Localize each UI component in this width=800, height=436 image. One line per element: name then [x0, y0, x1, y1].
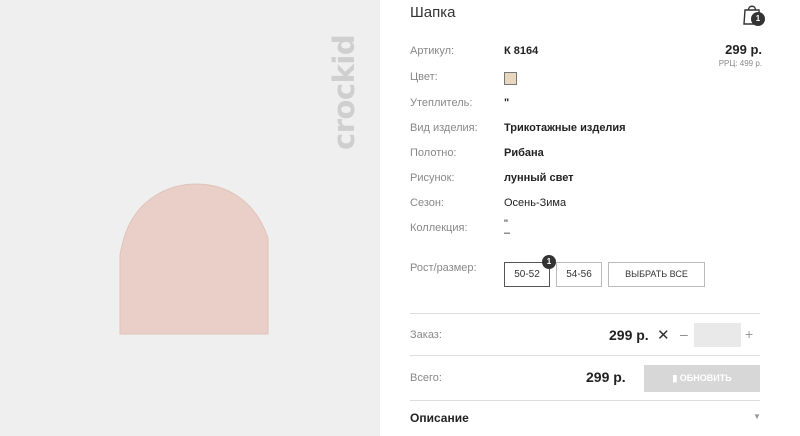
chevron-down-icon[interactable]: ▼	[753, 412, 761, 421]
attr-value-collection: " –	[504, 218, 511, 239]
cart-count-badge: 1	[751, 12, 765, 26]
product-image	[119, 183, 269, 335]
color-swatch[interactable]	[504, 72, 517, 85]
order-label: Заказ:	[410, 329, 442, 341]
attr-label-article: Артикул:	[410, 45, 455, 57]
qty-increase-button[interactable]: +	[745, 326, 753, 342]
attr-label-insulation: Утеплитель:	[410, 97, 473, 109]
attr-value-season: Осень-Зима	[504, 197, 567, 209]
refresh-cart-icon: ▮	[672, 373, 678, 383]
product-title: Шапка	[410, 4, 456, 21]
product-price: 299 р.	[725, 42, 762, 57]
quantity-input[interactable]	[694, 323, 741, 347]
attr-label-fabric: Полотно:	[410, 147, 457, 159]
size-option-54-56[interactable]: 54-56	[556, 262, 602, 287]
sizes-label: Рост/размер:	[410, 262, 477, 274]
refresh-button[interactable]: ▮ ОБНОВИТЬ	[644, 365, 760, 392]
product-rrp: РРЦ: 499 р.	[718, 59, 762, 68]
size-count-badge: 1	[542, 255, 556, 269]
refresh-button-label: ОБНОВИТЬ	[679, 373, 732, 383]
attr-label-season: Сезон:	[410, 197, 444, 209]
attr-label-product-type: Вид изделия:	[410, 122, 478, 134]
brand-logo: crockid	[327, 34, 361, 150]
attr-value-fabric: Рибана	[504, 147, 544, 159]
order-price: 299 р.	[609, 327, 649, 343]
divider	[410, 400, 760, 401]
attr-label-color: Цвет:	[410, 71, 438, 83]
total-label: Всего:	[410, 372, 442, 384]
product-gallery: crockid	[0, 0, 380, 436]
attr-label-collection: Коллекция:	[410, 222, 468, 234]
remove-icon[interactable]: ✕	[657, 326, 670, 344]
total-price: 299 р.	[586, 369, 626, 385]
attr-value-pattern: лунный свет	[504, 172, 574, 184]
qty-decrease-button[interactable]: –	[680, 326, 688, 342]
attr-value-insulation: "	[504, 97, 510, 109]
attr-value-article: К 8164	[504, 45, 539, 57]
attr-label-pattern: Рисунок:	[410, 172, 455, 184]
divider	[410, 355, 760, 356]
divider	[410, 313, 760, 314]
attr-value-product-type: Трикотажные изделия	[504, 122, 626, 134]
select-all-button[interactable]: ВЫБРАТЬ ВСЕ	[608, 262, 705, 287]
description-toggle[interactable]: Описание	[410, 411, 469, 425]
